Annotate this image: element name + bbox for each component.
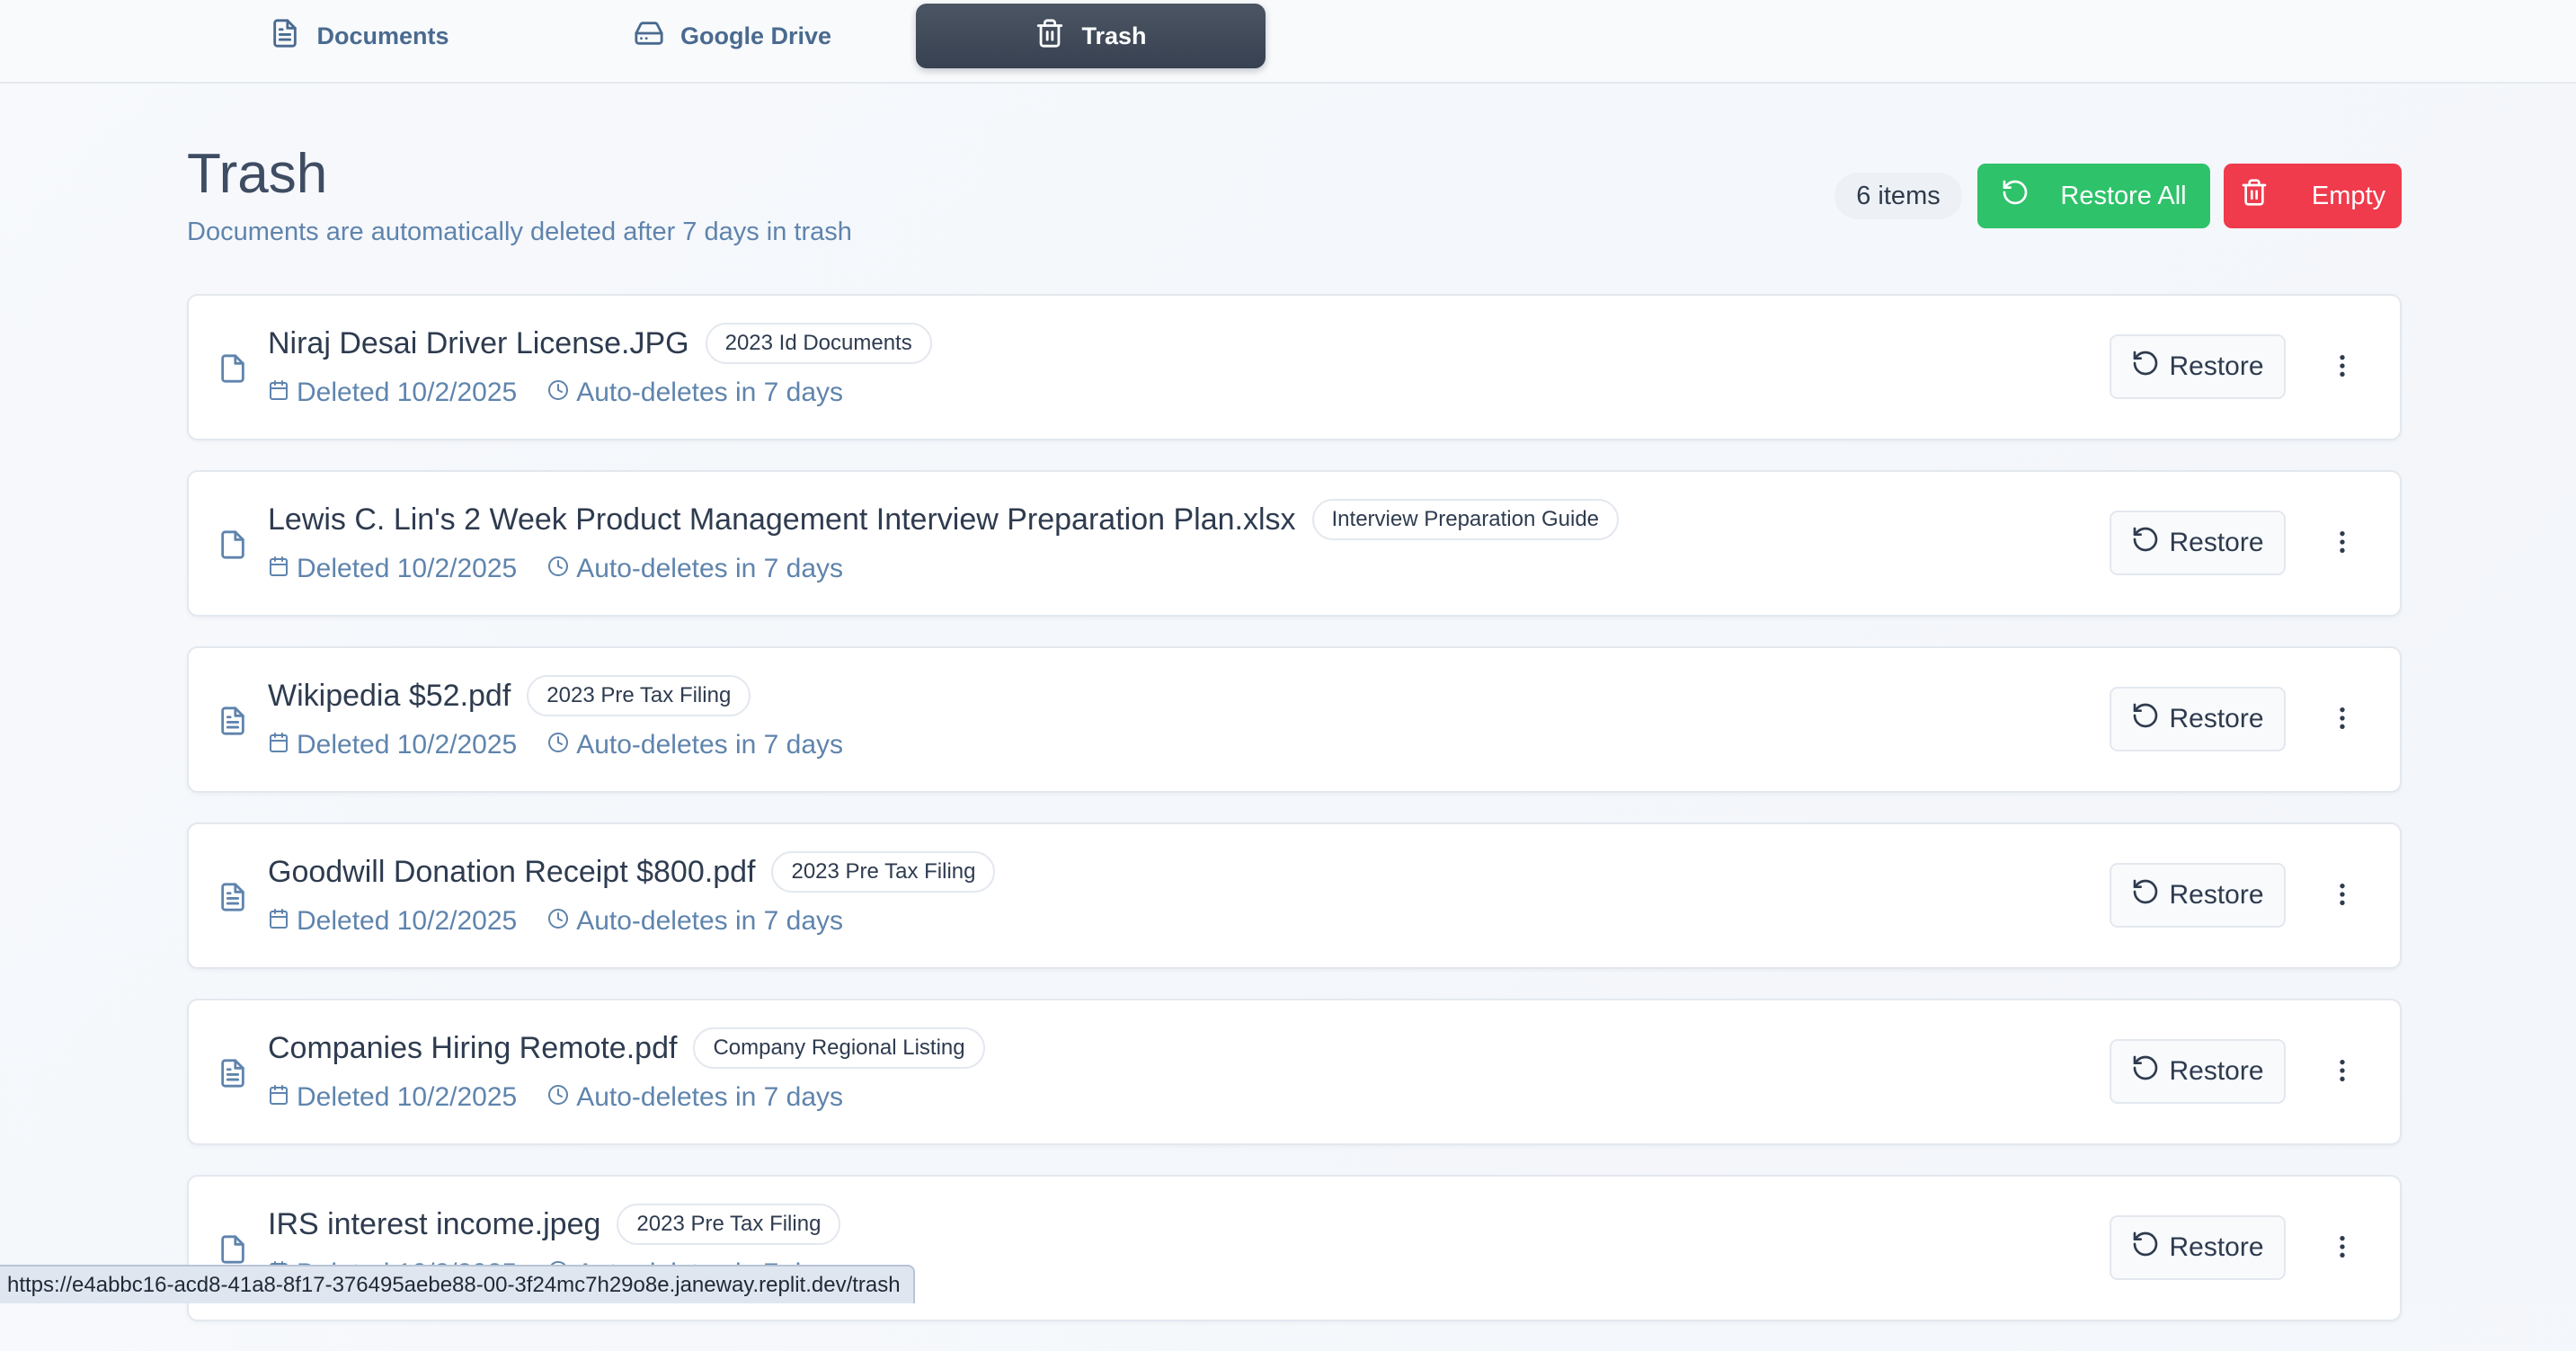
calendar-icon [268,730,289,760]
calendar-icon [268,378,289,408]
clock-icon [547,554,569,584]
list-item: Lewis C. Lin's 2 Week Product Management… [187,470,2402,617]
page-subtitle: Documents are automatically deleted afte… [187,218,852,246]
calendar-icon [268,906,289,937]
file-name: Wikipedia $52.pdf [268,678,511,713]
file-name: Goodwill Donation Receipt $800.pdf [268,854,756,889]
rotate-ccw-icon [2131,877,2160,913]
rotate-ccw-icon [2131,1053,2160,1089]
more-vertical-icon [2328,1056,2357,1089]
list-item: Companies Hiring Remote.pdf Company Regi… [187,999,2402,1145]
clock-icon [547,378,569,408]
more-options-button[interactable] [2319,1225,2366,1272]
clock-icon [547,730,569,760]
file-name: Niraj Desai Driver License.JPG [268,325,689,360]
auto-delete-countdown: Auto-deletes in 7 days [547,554,843,584]
tab-label: Trash [1081,22,1147,49]
calendar-icon [268,554,289,584]
list-item: Niraj Desai Driver License.JPG 2023 Id D… [187,294,2402,440]
item-count-badge: 6 items [1834,173,1962,219]
status-bar-url: https://e4abbc16-acd8-41a8-8f17-376495ae… [0,1265,915,1303]
file-icon [218,351,248,386]
folder-tag: Interview Preparation Guide [1311,499,1620,540]
list-item: Goodwill Donation Receipt $800.pdf 2023 … [187,822,2402,969]
file-text-icon [218,704,248,738]
top-nav: Documents Google Drive Trash [0,0,2576,84]
more-options-button[interactable] [2319,873,2366,920]
folder-tag: 2023 Id Documents [705,323,932,364]
auto-delete-countdown: Auto-deletes in 7 days [547,906,843,937]
more-vertical-icon [2328,351,2357,385]
file-icon [218,1232,248,1267]
restore-all-label: Restore All [2060,181,2187,210]
restore-button[interactable]: Restore [2110,334,2286,399]
deleted-date: Deleted 10/2/2025 [268,1082,517,1113]
file-icon [218,528,248,562]
empty-trash-button[interactable]: Empty [2224,164,2402,228]
clock-icon [547,906,569,937]
tab-trash[interactable]: Trash [916,4,1266,68]
tab-label: Documents [316,22,449,49]
file-name: Lewis C. Lin's 2 Week Product Management… [268,502,1296,537]
more-vertical-icon [2328,880,2357,913]
rotate-ccw-icon [2131,1230,2160,1266]
more-options-button[interactable] [2319,344,2366,391]
restore-button[interactable]: Restore [2110,687,2286,751]
rotate-ccw-icon [2131,525,2160,561]
calendar-icon [268,1082,289,1113]
auto-delete-countdown: Auto-deletes in 7 days [547,378,843,408]
file-name: IRS interest income.jpeg [268,1206,601,1241]
trash-icon [1035,18,1065,55]
rotate-ccw-icon [2001,178,2030,214]
folder-tag: 2023 Pre Tax Filing [617,1204,841,1245]
file-text-icon [218,880,248,914]
more-options-button[interactable] [2319,697,2366,743]
folder-tag: Company Regional Listing [693,1027,985,1069]
document-icon [270,18,300,55]
auto-delete-countdown: Auto-deletes in 7 days [547,1082,843,1113]
file-text-icon [218,1056,248,1090]
folder-tag: 2023 Pre Tax Filing [527,675,751,716]
more-vertical-icon [2328,704,2357,737]
empty-label: Empty [2311,181,2386,210]
more-vertical-icon [2328,1232,2357,1266]
restore-all-button[interactable]: Restore All [1977,164,2210,228]
clock-icon [547,1082,569,1113]
deleted-date: Deleted 10/2/2025 [268,378,517,408]
restore-button[interactable]: Restore [2110,1039,2286,1104]
tab-documents[interactable]: Documents [243,4,476,68]
tab-label: Google Drive [680,22,832,49]
more-vertical-icon [2328,528,2357,561]
restore-button[interactable]: Restore [2110,863,2286,928]
trash-icon [2240,178,2269,214]
deleted-date: Deleted 10/2/2025 [268,554,517,584]
auto-delete-countdown: Auto-deletes in 7 days [547,730,843,760]
file-name: Companies Hiring Remote.pdf [268,1030,678,1065]
drive-icon [634,18,664,55]
trash-list: Niraj Desai Driver License.JPG 2023 Id D… [187,294,2402,1351]
folder-tag: 2023 Pre Tax Filing [771,851,996,893]
deleted-date: Deleted 10/2/2025 [268,906,517,937]
rotate-ccw-icon [2131,701,2160,737]
restore-button[interactable]: Restore [2110,1215,2286,1280]
more-options-button[interactable] [2319,520,2366,567]
deleted-date: Deleted 10/2/2025 [268,730,517,760]
tab-google-drive[interactable]: Google Drive [593,4,872,68]
more-options-button[interactable] [2319,1049,2366,1096]
page-title: Trash [187,143,328,205]
restore-button[interactable]: Restore [2110,511,2286,575]
rotate-ccw-icon [2131,349,2160,385]
list-item: Wikipedia $52.pdf 2023 Pre Tax Filing De… [187,646,2402,793]
